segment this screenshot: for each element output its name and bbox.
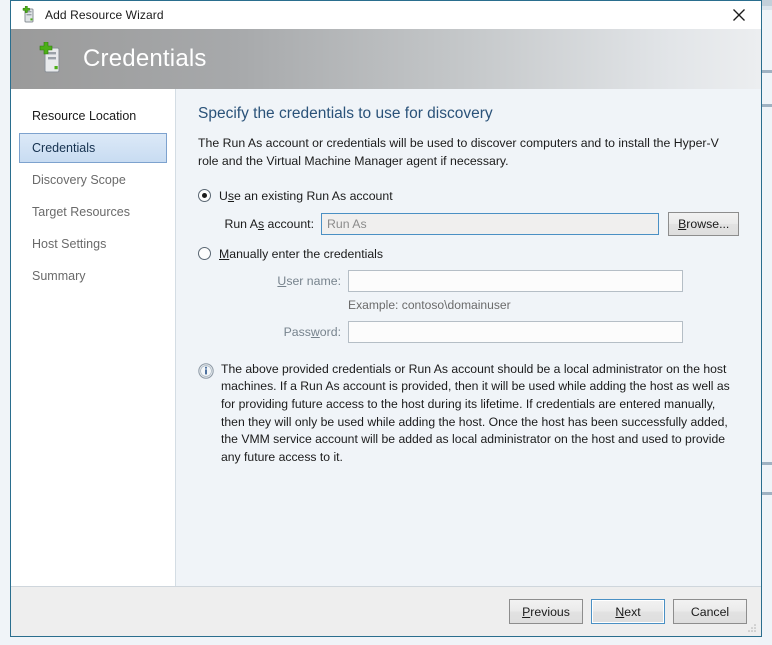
password-input[interactable]	[348, 320, 683, 343]
label-part: anually enter the credentials	[229, 246, 384, 261]
sidebar-item-summary[interactable]: Summary	[19, 261, 167, 291]
password-row: Password:	[198, 320, 739, 343]
cancel-button[interactable]: Cancel	[673, 599, 747, 624]
option-manual-credentials-row[interactable]: Manually enter the credentials	[198, 247, 739, 261]
radio-manual-credentials-label[interactable]: Manually enter the credentials	[219, 247, 383, 261]
username-input[interactable]	[348, 269, 683, 292]
sidebar-item-label: Resource Location	[32, 109, 137, 123]
accelerator-char: U	[277, 273, 287, 288]
info-block: The above provided credentials or Run As…	[198, 361, 739, 467]
password-label: Password:	[267, 325, 341, 339]
sidebar-item-label: Discovery Scope	[32, 173, 126, 187]
label-part: account:	[264, 216, 315, 231]
title-bar: Add Resource Wizard	[11, 1, 761, 29]
close-icon[interactable]	[717, 1, 761, 29]
dialog-body: Resource Location Credentials Discovery …	[11, 89, 761, 586]
label-part: N	[615, 604, 625, 619]
radio-use-existing-runas[interactable]	[198, 189, 211, 203]
accelerator-char: w	[310, 324, 320, 339]
runas-account-label: Run As account:	[219, 217, 314, 231]
label-part: Pass	[283, 324, 311, 339]
next-button[interactable]: Next	[591, 599, 665, 624]
content-pane: Specify the credentials to use for disco…	[176, 89, 761, 586]
page-banner: Credentials	[11, 29, 761, 89]
add-resource-wizard-dialog: Add Resource Wizard Credentials Resource…	[10, 0, 762, 637]
sidebar-item-label: Host Settings	[32, 237, 107, 251]
sidebar-item-resource-location[interactable]: Resource Location	[19, 101, 167, 131]
radio-manual-credentials[interactable]	[198, 247, 211, 261]
runas-account-input[interactable]	[321, 212, 660, 235]
runas-account-row: Run As account: Browse...	[198, 211, 739, 236]
sidebar-item-label: Credentials	[32, 141, 96, 155]
content-heading: Specify the credentials to use for disco…	[198, 105, 493, 122]
accelerator-char: M	[219, 246, 230, 261]
info-icon	[198, 362, 214, 379]
add-server-icon	[19, 5, 37, 24]
add-server-icon	[35, 41, 67, 76]
username-row: User name:	[198, 269, 739, 292]
wizard-steps-sidebar: Resource Location Credentials Discovery …	[11, 89, 176, 586]
label-part: xt	[631, 604, 641, 619]
info-text: The above provided credentials or Run As…	[221, 361, 730, 465]
sidebar-item-target-resources[interactable]: Target Resources	[19, 197, 167, 227]
sidebar-item-discovery-scope[interactable]: Discovery Scope	[19, 165, 167, 195]
username-label: User name:	[267, 274, 341, 288]
dialog-footer: Previous Next Cancel	[11, 586, 761, 636]
label-part: ser name:	[286, 273, 341, 288]
username-hint: Example: contoso\domainuser	[348, 297, 511, 312]
sidebar-item-label: Target Resources	[32, 205, 130, 219]
sidebar-item-credentials[interactable]: Credentials	[19, 133, 167, 163]
window-title: Add Resource Wizard	[45, 8, 164, 22]
label-part: e an existing Run As account	[234, 188, 393, 203]
label-part: U	[219, 188, 228, 203]
page-title: Credentials	[83, 45, 207, 72]
option-existing-runas-row[interactable]: Use an existing Run As account	[198, 189, 739, 203]
browse-button[interactable]: Browse...	[668, 211, 739, 236]
sidebar-item-label: Summary	[32, 269, 86, 283]
sidebar-item-host-settings[interactable]: Host Settings	[19, 229, 167, 259]
label-part: ord:	[319, 324, 341, 339]
content-description: The Run As account or credentials will b…	[198, 136, 719, 168]
radio-use-existing-runas-label[interactable]: Use an existing Run As account	[219, 189, 393, 203]
label-part: rowse...	[686, 216, 730, 231]
resize-grip-icon[interactable]	[745, 621, 757, 633]
label-part: evious	[534, 604, 570, 619]
label-part: Run A	[224, 216, 258, 231]
previous-button[interactable]: Previous	[509, 599, 583, 624]
